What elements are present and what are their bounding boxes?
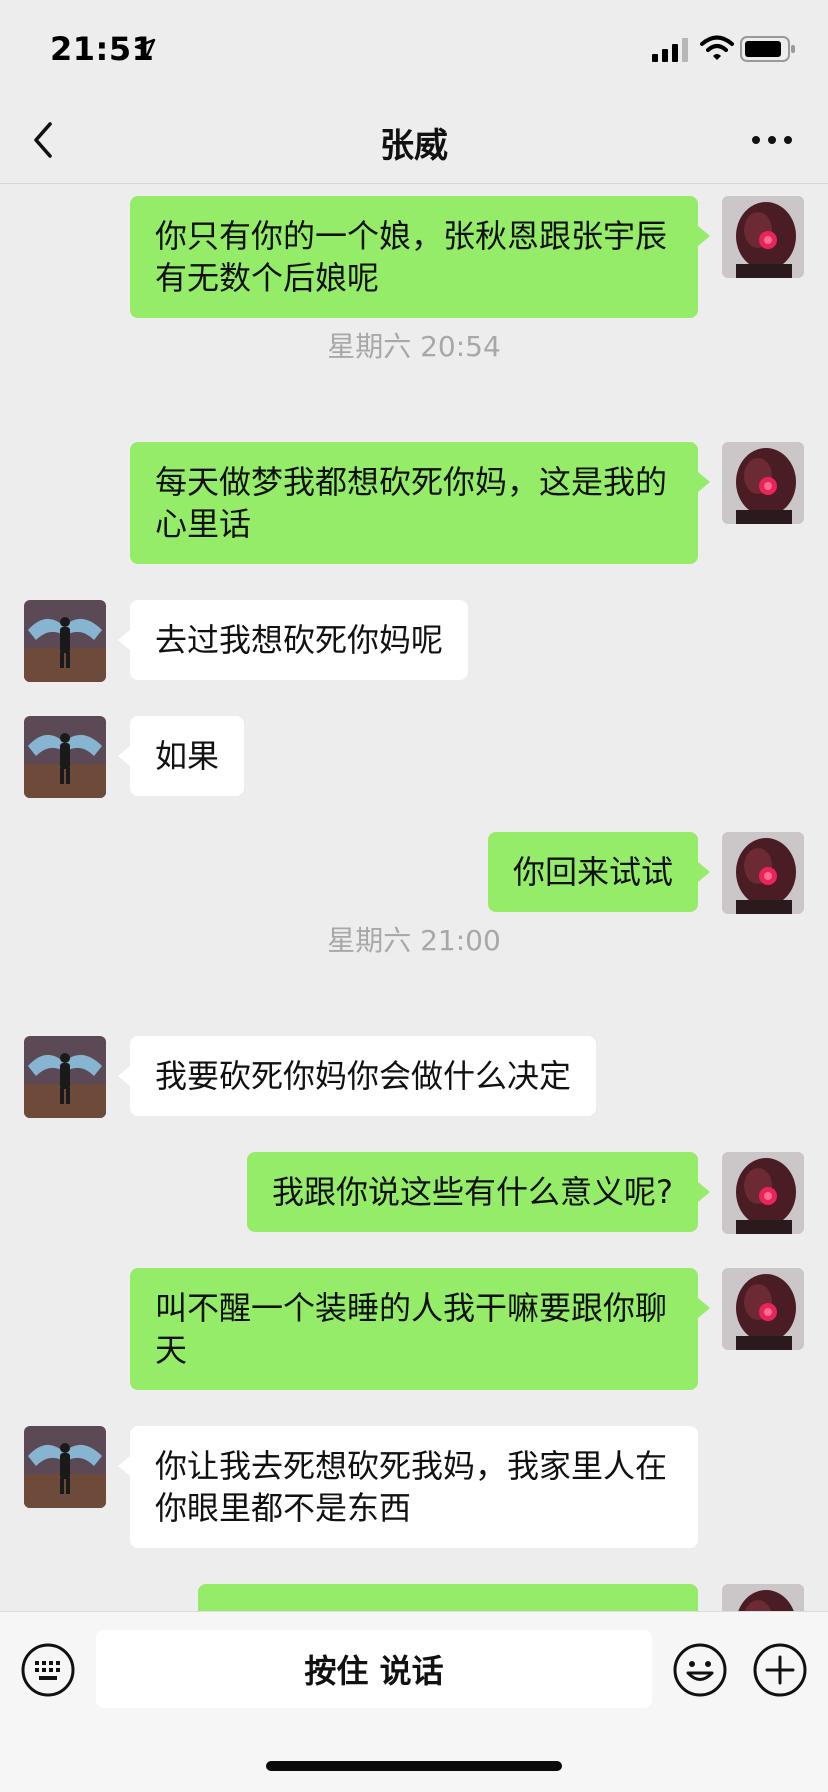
emoji-icon[interactable] — [672, 1642, 728, 1698]
keyboard-icon[interactable] — [20, 1642, 76, 1698]
contact-message-bubble[interactable]: 我要砍死你妈你会做什么决定 — [117, 1036, 597, 1116]
my-avatar-image — [722, 1152, 804, 1234]
contact-avatar[interactable] — [24, 1426, 106, 1508]
my-avatar[interactable] — [722, 1268, 804, 1350]
cellular-signal-icon — [652, 38, 688, 62]
chat-header: 张威 — [0, 96, 828, 184]
timestamp: 星期六 21:00 — [327, 924, 501, 957]
contact-avatar-image — [24, 716, 106, 798]
my-message-bubble-partial[interactable] — [198, 1584, 698, 1611]
contact-avatar[interactable] — [24, 1036, 106, 1118]
my-avatar-image — [722, 832, 804, 914]
hold-to-talk-button[interactable]: 按住 说话 — [96, 1630, 652, 1708]
contact-message-bubble[interactable]: 去过我想砍死你妈呢 — [117, 600, 469, 680]
contact-name-title: 张威 — [380, 126, 448, 166]
my-message-bubble[interactable]: 每天做梦我都想砍死你妈，这是我的心里话 — [130, 442, 710, 564]
my-avatar[interactable] — [722, 442, 804, 524]
contact-avatar-image — [24, 1426, 106, 1508]
wifi-icon — [700, 35, 734, 60]
chat-screen: 21:51 张威 你只有你的一个娘，张秋恩跟张宇辰有无数个后娘呢 星期六 20:… — [0, 0, 828, 1792]
contact-message-bubble[interactable]: 如果 — [117, 716, 245, 796]
contact-message-bubble[interactable]: 你让我去死想砍死我妈，我家里人在你眼里都不是东西 — [118, 1426, 698, 1548]
my-message-bubble[interactable]: 我跟你说这些有什么意义呢? — [247, 1152, 710, 1232]
battery-icon — [740, 36, 795, 62]
plus-icon[interactable] — [752, 1642, 808, 1698]
my-avatar[interactable] — [722, 832, 804, 914]
my-avatar-image — [722, 1584, 804, 1611]
my-message-bubble[interactable]: 你只有你的一个娘，张秋恩跟张宇辰有无数个后娘呢 — [130, 196, 710, 318]
status-bar: 21:51 — [0, 0, 828, 96]
my-avatar[interactable] — [722, 196, 804, 278]
my-avatar-image — [722, 1268, 804, 1350]
my-message-bubble[interactable]: 你回来试试 — [487, 832, 711, 912]
timestamp: 星期六 20:54 — [327, 330, 501, 363]
contact-avatar[interactable] — [24, 716, 106, 798]
more-options-icon[interactable] — [748, 126, 796, 154]
my-avatar-image — [722, 196, 804, 278]
my-avatar[interactable] — [722, 1152, 804, 1234]
my-avatar-image — [722, 442, 804, 524]
location-arrow-icon — [134, 38, 156, 60]
home-indicator[interactable] — [266, 1761, 562, 1771]
contact-avatar-image — [24, 1036, 106, 1118]
message-list[interactable]: 你只有你的一个娘，张秋恩跟张宇辰有无数个后娘呢 星期六 20:54 每天做梦我都… — [0, 185, 828, 1611]
contact-avatar[interactable] — [24, 600, 106, 682]
my-message-bubble[interactable]: 叫不醒一个装睡的人我干嘛要跟你聊天 — [130, 1268, 710, 1390]
contact-avatar-image — [24, 600, 106, 682]
my-avatar[interactable] — [722, 1584, 804, 1611]
